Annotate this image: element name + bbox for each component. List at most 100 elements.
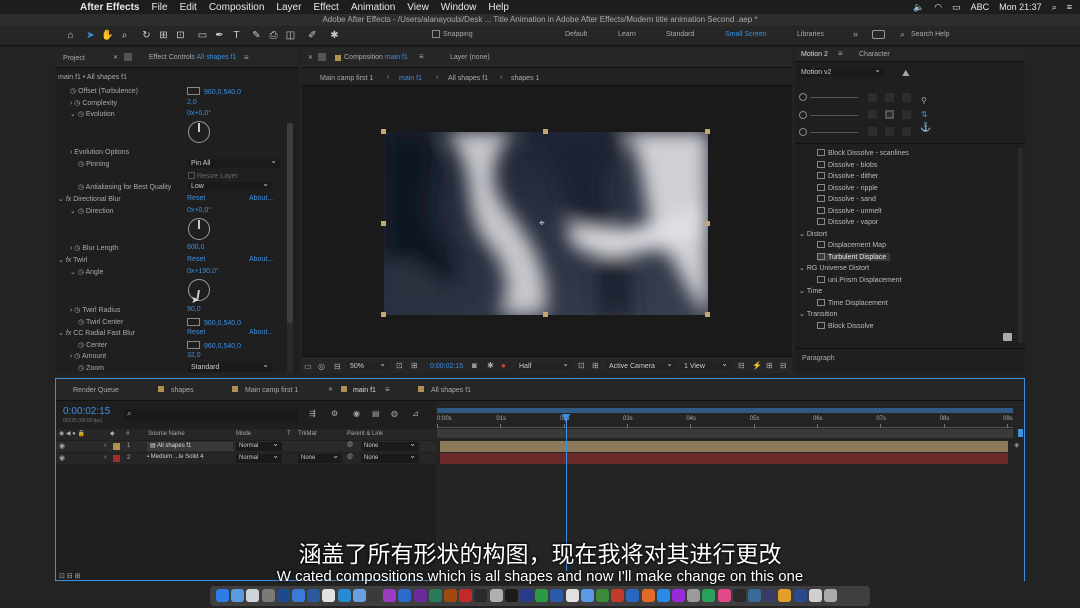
checkbox-box[interactable] [188,172,195,179]
dock-app-icon[interactable] [535,589,549,602]
lock-icon[interactable] [318,53,326,61]
directional-blur-about[interactable]: About... [249,195,273,202]
tab-paragraph[interactable]: Paragraph [802,355,835,362]
layer-mode-dropdown[interactable]: Normal [236,451,282,463]
effect-item[interactable]: uni.Prism Displacement [817,275,902,284]
prop-center-value[interactable]: 960,0,540,0 [187,341,241,350]
pinning-dropdown[interactable]: Pin All [188,156,280,168]
dock-app-icon[interactable] [322,589,336,602]
stopwatch-icon[interactable]: ◷ [74,353,80,360]
graph-editor-icon[interactable]: ⊿ [412,409,419,418]
effect-item[interactable]: Dissolve - ripple [817,183,878,192]
dock-app-icon[interactable] [444,589,457,602]
tab-effect-controls[interactable]: Effect Controls All shapes f1 [149,54,236,61]
workspace-default[interactable]: Default [565,31,587,38]
antialiasing-dropdown[interactable]: Low [188,179,272,191]
slider-track[interactable] [810,115,858,116]
toggle-pixel-aspect-icon[interactable]: ⊟ [738,361,745,370]
fx-icon[interactable]: fx [66,196,71,203]
close-icon[interactable]: ✕ [113,54,118,61]
snapping-checkbox[interactable] [432,30,440,38]
twirl-about[interactable]: About... [249,256,273,263]
spotlight-icon[interactable]: ⌕ [1052,2,1057,13]
transform-handle[interactable] [543,129,548,134]
stopwatch-icon[interactable]: ◷ [78,319,84,326]
anchor-grid-cell[interactable] [885,127,894,136]
home-icon[interactable]: ⌂ [64,29,77,42]
menu-effect[interactable]: Effect [313,2,338,13]
dock-app-icon[interactable] [550,589,564,602]
evolution-dial[interactable] [188,121,210,143]
dock-app-icon[interactable] [580,589,594,602]
snapshot-icon[interactable]: ⊞ [411,361,418,370]
prop-offset-value-text[interactable]: 960,0,540,0 [204,89,241,96]
wifi-icon[interactable]: ◠ [934,2,942,13]
always-preview-icon[interactable]: ▭ [304,362,312,371]
3d-draft-icon[interactable]: ◎ [318,362,325,371]
view-layout-dropdown[interactable]: 1 View [681,359,731,371]
crosshair-icon[interactable] [187,318,200,326]
composition-viewer[interactable] [384,132,708,315]
workspace-standard[interactable]: Standard [666,31,694,38]
resolution-dropdown[interactable]: Half [516,359,572,371]
dock-app-icon[interactable] [763,589,777,602]
directional-blur-reset[interactable]: Reset [187,195,205,202]
effect-category[interactable]: ⌄ RG Universe Distort [799,264,869,272]
slider-knob[interactable] [799,93,807,101]
resolution-grid-icon[interactable]: ⊡ [396,361,403,370]
dock-app-icon[interactable] [702,589,716,602]
roto-brush-tool-icon[interactable]: ✐ [306,29,319,42]
effect-item[interactable]: Dissolve - blobs [817,160,877,169]
stopwatch-icon[interactable]: ◷ [78,365,84,372]
visibility-eye-icon[interactable]: ◉ [59,442,65,450]
fx-icon[interactable]: fx [66,257,71,264]
tab-project[interactable]: Project [63,55,85,62]
transform-handle[interactable] [381,312,386,317]
fast-previews-icon[interactable]: ⚡ [752,361,762,370]
menu-edit[interactable]: Edit [180,2,197,13]
dock-app-icon[interactable] [626,589,640,602]
resize-layer-checkbox[interactable]: Resize Layer [188,172,238,180]
menu-composition[interactable]: Composition [209,2,265,13]
effect-item[interactable]: Block Dissolve [817,321,874,330]
transform-handle[interactable] [381,129,386,134]
source-name-header[interactable]: Source Name [148,431,185,437]
dock-app-icon[interactable] [504,589,518,602]
effect-item[interactable]: Dissolve - unmelt [817,206,882,215]
layer-search-input[interactable]: ⌕ [124,409,298,421]
stopwatch-icon[interactable]: ◷ [70,88,76,95]
dock-app-icon[interactable] [413,589,427,602]
tab-main-f1[interactable]: main f1 [353,387,376,394]
dock-app-icon[interactable] [565,589,579,602]
dock-app-icon[interactable] [672,589,685,602]
crosshair-icon[interactable] [187,87,200,95]
menu-help[interactable]: Help [488,2,509,13]
audio-icon[interactable]: 🔈 [913,2,924,13]
stopwatch-icon[interactable]: ◷ [78,111,84,118]
menu-view[interactable]: View [407,2,429,13]
transform-handle[interactable] [705,129,710,134]
layer-name[interactable]: ▪ Medium ...le Solid 4 [147,454,204,460]
prop-complexity-value[interactable]: 2,0 [187,99,197,106]
prop-twirl-center-value-text[interactable]: 960,0,540,0 [204,320,241,327]
dock-app-icon[interactable] [428,589,442,602]
dock-app-icon[interactable] [352,589,366,602]
effect-category[interactable]: ⌄ Time [799,287,822,295]
prop-direction-value[interactable]: 0x+0,0° [187,207,211,214]
prop-center-value-text[interactable]: 960,0,540,0 [204,343,241,350]
effect-item[interactable]: Displacement Map [817,241,886,249]
slider-knob[interactable] [799,111,807,119]
work-area-bar[interactable] [437,408,1013,413]
expand-chevron-icon[interactable]: › [104,454,106,461]
layer-label-color[interactable] [113,443,120,450]
prop-blur-length-value[interactable]: 600,0 [187,244,205,251]
clock[interactable]: Mon 21:37 [999,2,1042,12]
comp-mini-flowchart-icon[interactable]: ⇶ [309,409,316,418]
layer-duration-bar[interactable] [440,441,1008,452]
keyframe-icon[interactable]: ◈ [1014,441,1019,449]
search-help-input[interactable]: Search Help [911,31,950,38]
expand-chevron-icon[interactable]: › [104,442,106,449]
pan-behind-tool-icon[interactable]: ⊡ [174,29,187,42]
panel-menu-icon[interactable]: ≡ [419,52,424,61]
cc-radial-about[interactable]: About... [249,329,273,336]
